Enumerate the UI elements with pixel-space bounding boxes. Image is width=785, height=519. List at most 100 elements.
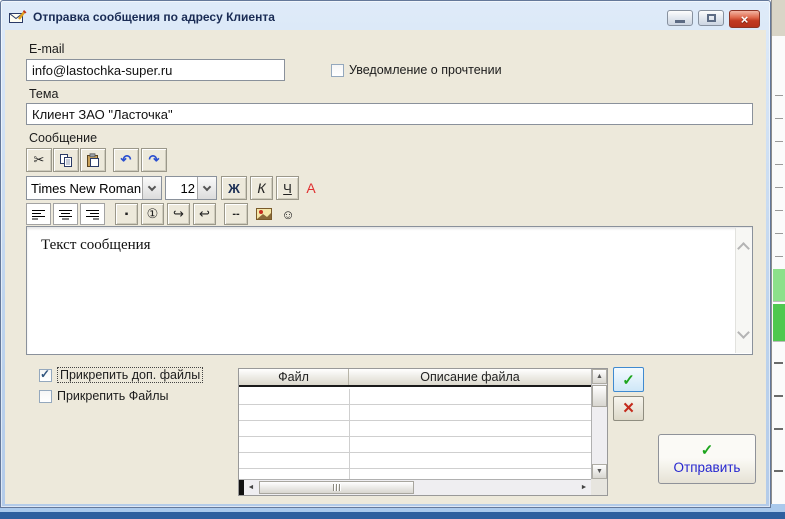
align-center-button[interactable]	[53, 203, 78, 225]
font-color-icon: А	[306, 180, 315, 196]
dropdown-arrow[interactable]	[197, 177, 216, 199]
redo-button[interactable]: ↷	[141, 148, 167, 172]
close-button[interactable]: ×	[729, 10, 760, 28]
copy-icon	[59, 153, 73, 168]
scroll-right-button[interactable]: ►	[577, 480, 591, 495]
numbered-list-button[interactable]: ①	[141, 203, 164, 225]
sliver-tick	[775, 233, 783, 234]
scroll-down-icon[interactable]	[737, 326, 750, 339]
window-controls: ×	[667, 10, 760, 28]
message-scrollbar[interactable]	[735, 228, 751, 353]
font-size-value: 12	[166, 181, 197, 196]
scrollbar-thumb[interactable]	[592, 385, 607, 407]
copy-button[interactable]	[53, 148, 79, 172]
attach-additional-checkbox[interactable]: ✓ Прикрепить доп. файлы	[39, 367, 203, 383]
indent-increase-button[interactable]: ↪	[167, 203, 190, 225]
bold-button[interactable]: Ж	[221, 176, 247, 200]
bullet-list-icon: ▪	[125, 209, 129, 220]
checkbox-box[interactable]: ✓	[39, 390, 52, 403]
confirm-attachment-button[interactable]: ✓	[613, 367, 644, 392]
insert-smiley-button[interactable]: ☺	[279, 205, 297, 223]
cut-button[interactable]: ✂	[26, 148, 52, 172]
title-bar[interactable]: Отправка сообщения по адресу Клиента ×	[3, 3, 768, 30]
underline-button[interactable]: Ч	[276, 176, 299, 200]
smiley-icon: ☺	[281, 207, 294, 222]
bold-icon: Ж	[228, 181, 240, 196]
thumb-grip	[333, 484, 334, 491]
arrow-up-icon: ▲	[596, 373, 603, 380]
message-text[interactable]: Текст сообщения	[41, 237, 151, 254]
email-label: E-mail	[29, 42, 64, 56]
scroll-left-button[interactable]: ◄	[244, 480, 258, 495]
dialog-window: Отправка сообщения по адресу Клиента × E…	[0, 0, 771, 508]
table-row[interactable]	[239, 421, 591, 437]
sliver-tick	[775, 187, 783, 188]
table-vertical-scrollbar[interactable]: ▲ ▼	[591, 369, 607, 479]
sliver-tick	[775, 95, 783, 96]
delete-attachment-button[interactable]: ×	[613, 396, 644, 421]
arrow-down-icon: ▼	[596, 468, 603, 475]
horizontal-rule-button[interactable]: --	[224, 203, 248, 225]
column-divider	[349, 389, 350, 479]
column-header-file: Файл	[239, 369, 349, 385]
scroll-up-button[interactable]: ▲	[592, 369, 607, 384]
screen: Отправка сообщения по адресу Клиента × E…	[0, 0, 785, 519]
table-horizontal-scrollbar[interactable]: ◄ ►	[239, 479, 591, 495]
minimize-button[interactable]	[667, 10, 693, 26]
font-family-select[interactable]: Times New Roman	[26, 176, 162, 200]
background-sliver-header	[772, 0, 785, 36]
align-left-button[interactable]	[26, 203, 51, 225]
sliver-text-fragment	[774, 428, 783, 430]
minimize-icon	[675, 20, 685, 23]
sliver-green-cell	[773, 304, 785, 342]
checkbox-box[interactable]: ✓	[39, 369, 52, 382]
check-icon: ✓	[701, 443, 714, 458]
read-receipt-checkbox[interactable]: ✓ Уведомление о прочтении	[331, 63, 502, 77]
indent-increase-icon: ↪	[173, 206, 184, 222]
cross-icon: ×	[623, 399, 634, 418]
sliver-green-cell	[773, 269, 785, 302]
attach-files-checkbox[interactable]: ✓ Прикрепить Файлы	[39, 389, 168, 403]
window-title: Отправка сообщения по адресу Клиента	[33, 10, 275, 24]
font-family-value: Times New Roman	[27, 181, 142, 196]
table-row[interactable]	[239, 437, 591, 453]
horizontal-rule-icon: --	[232, 208, 239, 220]
insert-image-button[interactable]	[255, 206, 273, 222]
table-row[interactable]	[239, 453, 591, 469]
paste-button[interactable]	[80, 148, 106, 172]
table-row[interactable]	[239, 389, 591, 405]
bullet-list-button[interactable]: ▪	[115, 203, 138, 225]
align-right-icon	[86, 209, 99, 220]
sliver-text-fragment	[774, 362, 783, 364]
attachments-table[interactable]: Файл Описание файла ▲ ▼	[238, 368, 608, 496]
underline-icon: Ч	[283, 181, 292, 196]
subject-field[interactable]	[26, 103, 753, 125]
font-size-select[interactable]: 12	[165, 176, 217, 200]
scroll-up-icon[interactable]	[737, 242, 750, 255]
table-body[interactable]	[239, 389, 591, 479]
scrollbar-corner	[591, 479, 607, 495]
table-row[interactable]	[239, 469, 591, 479]
indent-decrease-button[interactable]: ↩	[193, 203, 216, 225]
undo-button[interactable]: ↶	[113, 148, 139, 172]
align-center-icon	[59, 209, 72, 220]
dropdown-arrow[interactable]	[142, 177, 161, 199]
maximize-button[interactable]	[698, 10, 724, 26]
send-button[interactable]: ✓ Отправить	[658, 434, 756, 484]
read-receipt-label: Уведомление о прочтении	[349, 63, 502, 77]
sliver-tick	[775, 141, 783, 142]
align-right-button[interactable]	[80, 203, 105, 225]
message-editor[interactable]: Текст сообщения	[26, 226, 753, 355]
checkbox-box[interactable]: ✓	[331, 64, 344, 77]
scrollbar-thumb[interactable]	[259, 481, 414, 494]
scroll-down-button[interactable]: ▼	[592, 464, 607, 479]
sliver-tick	[775, 256, 783, 257]
table-row[interactable]	[239, 405, 591, 421]
background-app-sliver	[771, 0, 785, 505]
align-left-icon	[32, 209, 45, 220]
font-color-button[interactable]: А	[303, 179, 319, 197]
email-field[interactable]	[26, 59, 285, 81]
chevron-down-icon	[203, 182, 211, 190]
thumb-grip	[339, 484, 340, 491]
italic-button[interactable]: К	[250, 176, 273, 200]
